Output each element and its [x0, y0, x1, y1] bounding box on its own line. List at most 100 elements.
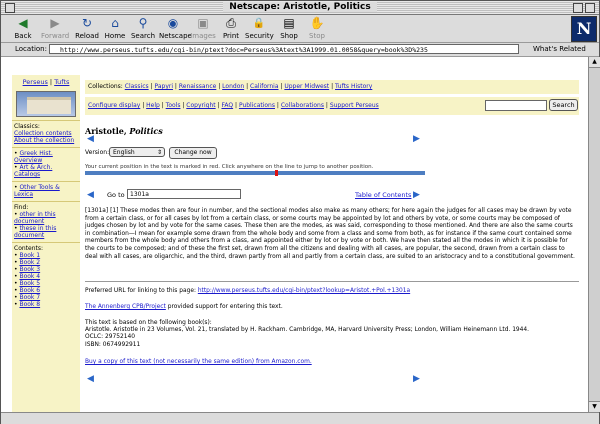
divider: [85, 281, 579, 282]
netscape-logo[interactable]: N: [571, 16, 597, 42]
collection-california-link[interactable]: California: [250, 83, 279, 90]
next-arrow-icon[interactable]: ▶: [413, 135, 423, 144]
collection-classics-link[interactable]: Classics: [125, 83, 149, 90]
collection-upper-midwest-link[interactable]: Upper Midwest: [284, 83, 329, 90]
stop-icon: ✋: [309, 16, 325, 30]
sidebar-book-6[interactable]: Book 6: [19, 287, 40, 294]
citation-marker: [1301a] [1]: [85, 208, 119, 214]
sidebar-book-2[interactable]: Book 2: [19, 259, 40, 266]
faq-link[interactable]: FAQ: [221, 102, 233, 109]
location-label: Location:: [15, 45, 47, 53]
security-lock-icon: 🔒: [252, 18, 266, 29]
preferred-url-line: Preferred URL for linking to this page: …: [85, 288, 411, 294]
search-submit-button[interactable]: Search: [549, 99, 578, 111]
whats-related-button[interactable]: What's Related: [533, 45, 586, 53]
sidebar-book-1[interactable]: Book 1: [19, 252, 40, 259]
annenberg-link[interactable]: The Annenberg CPB/Project: [85, 304, 166, 310]
collection-contents-link[interactable]: Collection contents: [14, 130, 72, 137]
collections-label: Collections:: [88, 83, 123, 90]
find-label: Find:: [14, 204, 29, 211]
support-perseus-link[interactable]: Support Perseus: [330, 102, 379, 109]
collection-tufts-history-link[interactable]: Tufts History: [335, 83, 372, 90]
greek-history-link[interactable]: Greek Hist. Overview: [14, 150, 53, 164]
title-bar[interactable]: Netscape: Aristotle, Politics: [1, 1, 599, 15]
print-button[interactable]: ⎙ Print: [217, 16, 245, 40]
back-button[interactable]: ◀ Back: [9, 16, 37, 40]
stop-button[interactable]: ✋ Stop: [303, 16, 331, 40]
about-collection-link[interactable]: About the collection: [14, 137, 74, 144]
window-title: Netscape: Aristotle, Politics: [223, 2, 377, 12]
sidebar-book-4[interactable]: Book 4: [19, 273, 40, 280]
reload-button[interactable]: ↻ Reload: [73, 16, 101, 40]
status-bar: [1, 412, 599, 424]
tools-link[interactable]: Tools: [166, 102, 181, 109]
change-now-button[interactable]: Change now: [169, 147, 217, 159]
goto-row: Go to Table of Contents: [85, 189, 445, 201]
collection-london-link[interactable]: London: [222, 83, 244, 90]
version-label: Version:: [85, 149, 110, 156]
publications-link[interactable]: Publications: [239, 102, 275, 109]
page-content: Perseus | Tufts Classics: Collection con…: [1, 57, 588, 412]
collections-nav: Collections: Classics | Papyri | Renaiss…: [85, 80, 579, 94]
bottom-prev-arrow-icon[interactable]: ◀: [87, 375, 97, 384]
scroll-down-icon[interactable]: ▼: [589, 401, 600, 412]
table-of-contents-link[interactable]: Table of Contents: [355, 191, 411, 199]
contents-label: Contents:: [14, 245, 44, 252]
home-button[interactable]: ⌂ Home: [101, 16, 129, 40]
sidebar-book-8[interactable]: Book 8: [19, 301, 40, 308]
forward-button[interactable]: ▶ Forward: [41, 16, 69, 40]
position-note: Your current position in the text is mar…: [85, 164, 374, 170]
zoom-box-icon[interactable]: [573, 3, 583, 13]
collection-renaissance-link[interactable]: Renaissance: [179, 83, 216, 90]
perseus-banner-image[interactable]: [16, 91, 76, 117]
bottom-next-arrow-icon[interactable]: ▶: [413, 375, 423, 384]
prev-arrow-icon[interactable]: ◀: [87, 135, 97, 144]
position-bar[interactable]: [85, 170, 425, 176]
navigation-toolbar: ◀ Back ▶ Forward ↻ Reload ⌂ Home ⚲ Search ◉ Ne…: [1, 15, 599, 43]
source-info: This text is based on the following book…: [85, 320, 530, 348]
chevron-down-icon: ⇕: [156, 149, 162, 156]
search-input[interactable]: [485, 100, 547, 111]
sidebar-book-3[interactable]: Book 3: [19, 266, 40, 273]
goto-input[interactable]: [127, 189, 241, 199]
preferred-url-link[interactable]: http://www.perseus.tufts.edu/cgi-bin/pte…: [198, 288, 410, 294]
tufts-link[interactable]: Tufts: [54, 78, 69, 86]
images-icon: ▣: [197, 16, 209, 30]
search-button[interactable]: ⚲ Search: [129, 16, 157, 40]
browser-window: Netscape: Aristotle, Politics ◀ Back ▶ For…: [0, 0, 600, 424]
security-button[interactable]: 🔒 Security: [245, 16, 274, 40]
collaborations-link[interactable]: Collaborations: [281, 102, 324, 109]
art-arch-link[interactable]: Art & Arch. Catalogs: [14, 164, 52, 178]
document-text: [1301a] [1] These modes then are four in…: [85, 208, 575, 261]
location-url-field[interactable]: http://www.perseus.tufts.edu/cgi-bin/pte…: [49, 44, 519, 54]
sidebar-book-5[interactable]: Book 5: [19, 280, 40, 287]
version-select[interactable]: English ⇕: [109, 147, 165, 157]
vertical-scrollbar[interactable]: ▲ ▼: [588, 57, 600, 412]
help-link[interactable]: Help: [146, 102, 160, 109]
netscape-icon: ◉: [167, 16, 179, 30]
copyright-link[interactable]: Copyright: [186, 102, 215, 109]
shop-button[interactable]: ▤ Shop: [275, 16, 303, 40]
sidebar-book-7[interactable]: Book 7: [19, 294, 40, 301]
scroll-up-icon[interactable]: ▲: [589, 57, 600, 68]
find-other-link[interactable]: other in this document: [14, 211, 56, 225]
collapse-box-icon[interactable]: [585, 3, 595, 13]
sidebar: Perseus | Tufts Classics: Collection con…: [12, 75, 80, 412]
collection-papyri-link[interactable]: Papyri: [154, 83, 173, 90]
document-body: These modes then are four in number, and…: [85, 208, 575, 260]
configure-display-link[interactable]: Configure display: [88, 102, 140, 109]
goto-label: Go to: [107, 191, 125, 199]
location-bar: Location: http://www.perseus.tufts.edu/c…: [1, 43, 599, 57]
buy-line: Buy a copy of this text (not necessarily…: [85, 359, 579, 366]
prev-section-arrow-icon[interactable]: ◀: [87, 191, 97, 200]
buy-amazon-link[interactable]: Buy a copy of this text (not necessarily…: [85, 359, 312, 365]
netscape-button[interactable]: ◉ Netscape: [159, 16, 192, 40]
print-icon: ⎙: [226, 16, 236, 30]
current-position-marker: [275, 170, 278, 176]
perseus-link[interactable]: Perseus: [23, 78, 48, 86]
find-these-link[interactable]: these in this document: [14, 225, 56, 239]
images-button[interactable]: ▣ Images: [189, 16, 217, 40]
other-tools-link[interactable]: Other Tools & Lexica: [14, 184, 60, 198]
next-section-arrow-icon[interactable]: ▶: [413, 191, 423, 200]
temple-image: [27, 97, 71, 114]
